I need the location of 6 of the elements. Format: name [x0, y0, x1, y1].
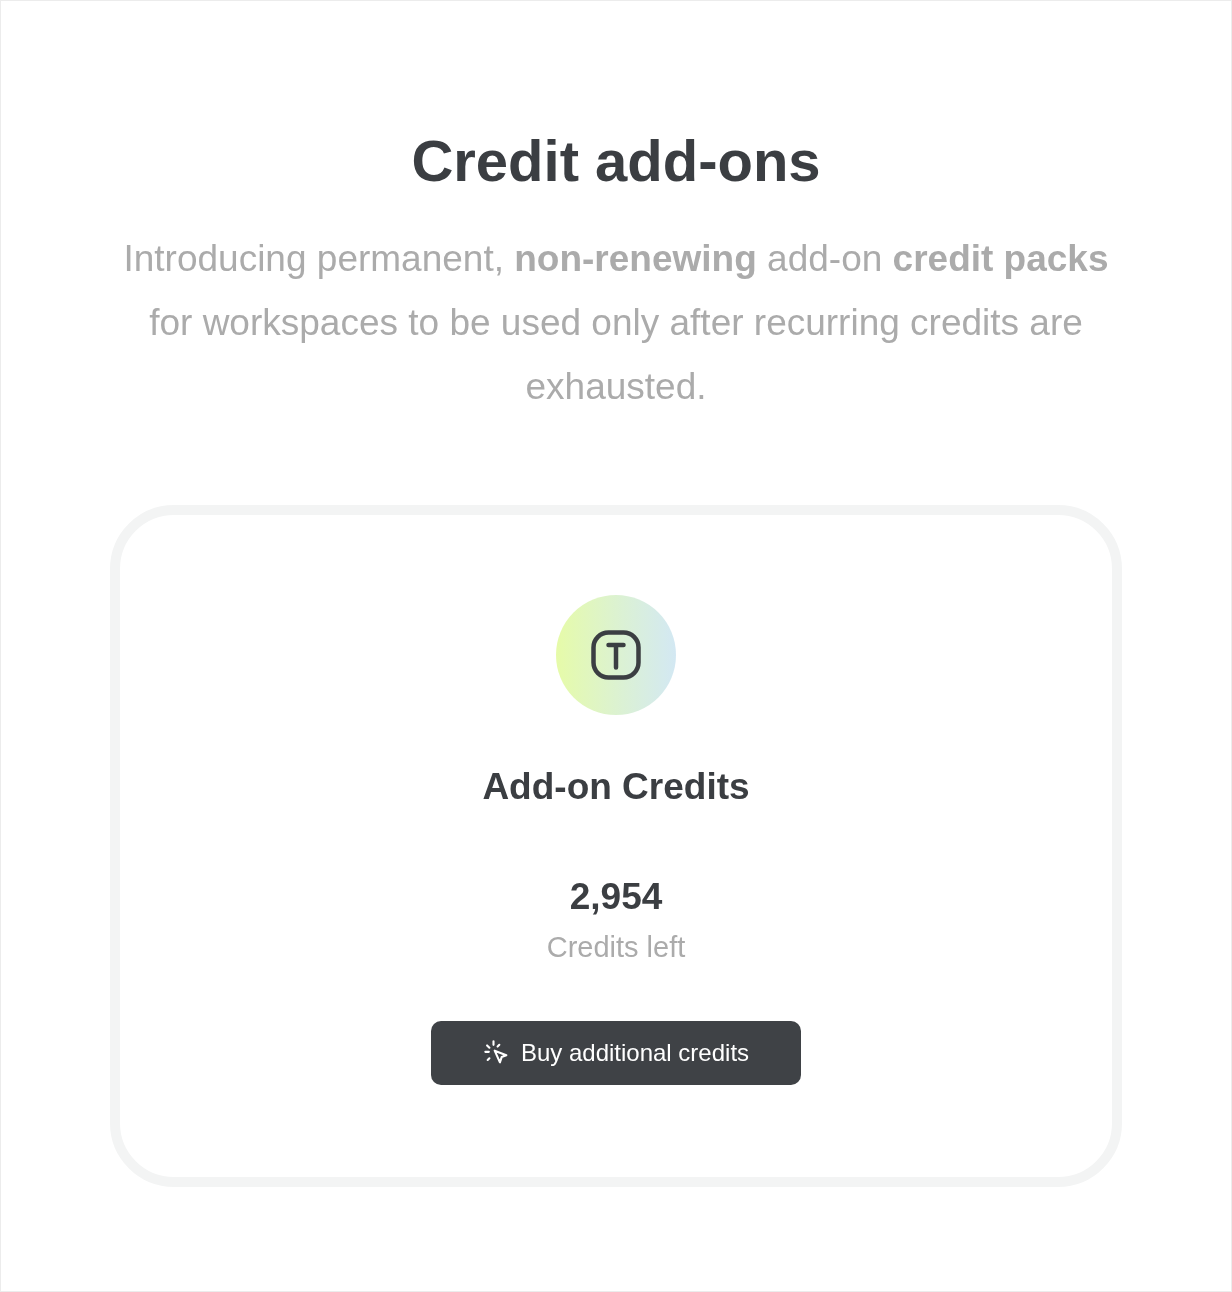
credits-label: Credits left	[546, 930, 686, 965]
page-title: Credit add-ons	[411, 127, 821, 195]
description: Introducing permanent, non-renewing add-on credit packs for workspaces to be used only after recurring credits are exhausted.	[122, 237, 1110, 409]
card-title: Add-on Credits	[482, 765, 750, 809]
credits-count: 2,954	[569, 875, 663, 919]
buy-credits-button[interactable]: Buy additional credits	[431, 1021, 801, 1085]
